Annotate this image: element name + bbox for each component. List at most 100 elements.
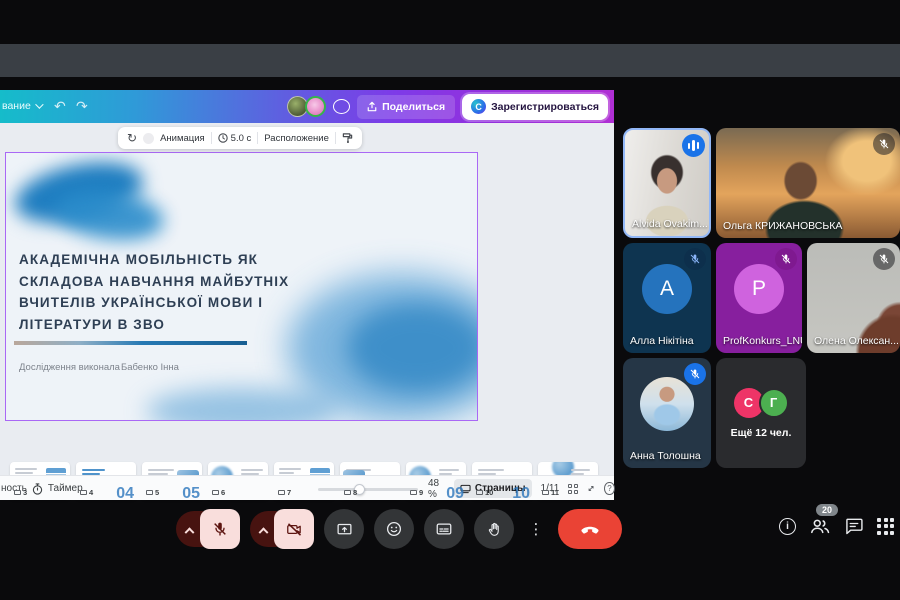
- timer-label[interactable]: Таймер: [48, 483, 83, 494]
- avatar: [640, 377, 694, 431]
- participant-tile[interactable]: Alvida Ovakim...: [623, 128, 711, 238]
- mic-control-group: [176, 509, 240, 549]
- document-menu[interactable]: вание: [2, 100, 41, 112]
- reactions-button[interactable]: [374, 509, 414, 549]
- chevron-up-icon: [185, 527, 195, 537]
- mic-off-icon: [873, 248, 895, 270]
- shared-screen-canva: вание ↶ ↷ Поделиться C Зарегистрироватьс…: [0, 90, 614, 500]
- call-controls: ⋮: [176, 509, 622, 549]
- slide-title: АКАДЕМІЧНА МОБІЛЬНІСТЬ ЯК СКЛАДОВА НАВЧА…: [19, 249, 331, 335]
- participant-tile[interactable]: P ProfKonkurs_LNU: [716, 243, 802, 353]
- canva-header: вание ↶ ↷ Поделиться C Зарегистрироватьс…: [0, 90, 614, 123]
- avatar[interactable]: [305, 96, 326, 117]
- divider: [211, 132, 212, 144]
- monitor-icon: [14, 490, 21, 495]
- share-button-label: Поделиться: [382, 101, 445, 113]
- paint-roller-icon[interactable]: [342, 132, 353, 144]
- people-button[interactable]: 20: [809, 516, 831, 536]
- info-icon[interactable]: i: [779, 518, 796, 535]
- monitor-icon: [278, 490, 285, 495]
- register-button[interactable]: C Зарегистрироваться: [462, 94, 608, 120]
- camera-toggle-button[interactable]: [274, 509, 314, 549]
- present-screen-button[interactable]: [324, 509, 364, 549]
- zoom-value[interactable]: 48 %: [428, 478, 445, 500]
- raise-hand-button[interactable]: [474, 509, 514, 549]
- credit-name: Бабенко Інна: [121, 362, 179, 373]
- monitor-icon: [344, 490, 351, 495]
- share-button[interactable]: Поделиться: [357, 95, 455, 119]
- chat-icon: [844, 516, 864, 536]
- zoom-slider[interactable]: [318, 488, 418, 491]
- credit-label: Дослідження виконала: [19, 362, 120, 373]
- redo-icon[interactable]: ↷: [76, 96, 88, 116]
- upload-icon: [367, 101, 377, 112]
- duration-button[interactable]: 5.0 с: [218, 133, 252, 144]
- mic-options-button[interactable]: [176, 511, 203, 547]
- participant-name: Олена Олексан...: [814, 335, 899, 347]
- overflow-avatars: С Г: [734, 388, 789, 418]
- participant-tile[interactable]: Ольга КРИЖАНОВСЬКА: [716, 128, 900, 238]
- animation-button[interactable]: Анимация: [160, 133, 205, 144]
- more-participants-label: Ещё 12 чел.: [731, 427, 792, 439]
- element-toolbar: ↻ Анимация 5.0 с Расположение: [118, 127, 362, 149]
- document-menu-label: вание: [2, 100, 31, 112]
- participant-tile[interactable]: Олена Олексан...: [807, 243, 900, 353]
- more-participants-tile[interactable]: С Г Ещё 12 чел.: [716, 358, 806, 468]
- slide-credits: Дослідження виконала Бабенко Інна: [19, 362, 179, 373]
- chevron-down-icon: [35, 100, 43, 108]
- avatar: А: [642, 264, 692, 314]
- layout-button[interactable]: Расположение: [264, 133, 329, 144]
- participant-name: Ольга КРИЖАНОВСЬКА: [723, 220, 842, 232]
- color-swatch[interactable]: [143, 133, 154, 144]
- people-icon: [809, 516, 831, 536]
- end-call-button[interactable]: [558, 509, 622, 549]
- participant-tile[interactable]: А Алла Нікітіна: [623, 243, 711, 353]
- smiley-icon: [385, 520, 403, 538]
- divider: [335, 132, 336, 144]
- mic-toggle-button[interactable]: [200, 509, 240, 549]
- duration-value: 5.0 с: [231, 133, 252, 144]
- monitor-icon: [146, 490, 153, 495]
- slide-divider-line: [14, 341, 247, 345]
- participant-name: Alvida Ovakim...: [632, 218, 708, 230]
- monitor-icon: [476, 490, 483, 495]
- mic-off-icon: [212, 521, 228, 537]
- divider: [257, 132, 258, 144]
- captions-icon: [435, 520, 453, 538]
- present-icon: [336, 521, 353, 538]
- camera-options-button[interactable]: [250, 511, 277, 547]
- slide-blob-decoration: [347, 303, 478, 393]
- undo-icon[interactable]: ↶: [54, 96, 66, 116]
- more-options-button[interactable]: ⋮: [524, 509, 548, 549]
- window-titlebar: [0, 44, 900, 77]
- register-button-label: Зарегистрироваться: [491, 101, 599, 113]
- editor-canvas: ↻ Анимация 5.0 с Расположение АК: [0, 123, 614, 500]
- comments-icon[interactable]: [333, 99, 350, 114]
- header-right-group: Поделиться C Зарегистрироваться: [287, 90, 608, 123]
- monitor-icon: [212, 490, 219, 495]
- fullscreen-icon[interactable]: [587, 483, 595, 494]
- camera-off-icon: [286, 521, 303, 538]
- timer-icon: [32, 483, 43, 495]
- hand-icon: [486, 521, 503, 538]
- monitor-icon: [542, 490, 549, 495]
- meeting-panel-icons: i 20: [779, 516, 894, 536]
- slide-blob-decoration: [51, 184, 167, 247]
- monitor-icon: [80, 490, 87, 495]
- speaking-indicator-icon: [682, 134, 705, 157]
- activities-grid-icon[interactable]: [877, 518, 894, 535]
- captions-button[interactable]: [424, 509, 464, 549]
- slide-blob-decoration: [146, 388, 336, 421]
- avatar: Г: [759, 388, 789, 418]
- canva-logo-icon: C: [471, 99, 486, 114]
- clock-icon: [218, 133, 228, 143]
- chat-button[interactable]: [844, 516, 864, 536]
- grid-view-icon[interactable]: [568, 484, 578, 494]
- mic-off-icon: [873, 133, 895, 155]
- participant-tile[interactable]: Анна Толошна: [623, 358, 711, 468]
- slide-canvas[interactable]: АКАДЕМІЧНА МОБІЛЬНІСТЬ ЯК СКЛАДОВА НАВЧА…: [5, 152, 478, 421]
- help-icon[interactable]: ?: [604, 482, 614, 495]
- chevron-up-icon: [259, 527, 269, 537]
- refresh-icon[interactable]: ↻: [127, 132, 137, 144]
- meeting-window: вание ↶ ↷ Поделиться C Зарегистрироватьс…: [0, 0, 900, 600]
